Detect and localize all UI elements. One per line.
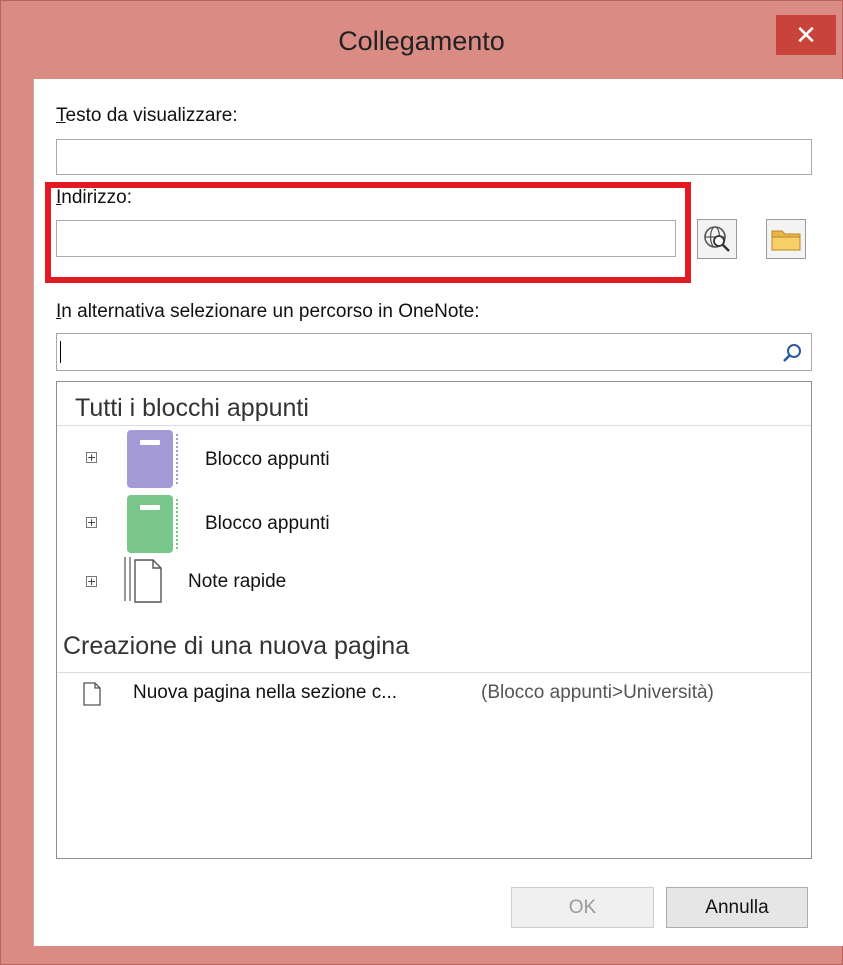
notebook-purple-icon bbox=[127, 430, 173, 488]
display-text-label: Testo da visualizzare: bbox=[56, 105, 238, 126]
search-icon[interactable] bbox=[781, 342, 803, 364]
notebook-item[interactable]: Blocco appunti bbox=[205, 449, 330, 471]
address-highlight-box bbox=[45, 182, 691, 283]
quick-notes-item[interactable]: Note rapide bbox=[188, 571, 286, 593]
new-page-header: Creazione di una nuova pagina bbox=[63, 632, 410, 660]
quick-notes-icon bbox=[124, 557, 162, 603]
notebook-edge bbox=[176, 499, 180, 549]
text-cursor bbox=[60, 341, 61, 363]
notebook-edge bbox=[176, 434, 180, 484]
browse-web-icon bbox=[704, 226, 730, 252]
display-text-input[interactable] bbox=[56, 139, 812, 175]
divider bbox=[57, 425, 811, 426]
close-button[interactable]: ✕ bbox=[776, 15, 836, 55]
expand-icon[interactable]: + bbox=[86, 517, 97, 528]
browse-file-button[interactable] bbox=[766, 219, 806, 259]
dialog-title: Collegamento bbox=[338, 26, 505, 56]
divider bbox=[57, 672, 811, 673]
notebook-tree[interactable]: Tutti i blocchi appunti + Blocco appunti… bbox=[56, 381, 812, 859]
folder-icon bbox=[771, 230, 801, 251]
new-page-path: (Blocco appunti>Università) bbox=[481, 682, 714, 703]
title-bar[interactable]: Collegamento ✕ bbox=[1, 1, 842, 79]
dialog-window: Collegamento ✕ Testo da visualizzare: In… bbox=[0, 0, 843, 965]
new-page-item[interactable]: Nuova pagina nella sezione c... bbox=[133, 682, 397, 704]
notebook-green-icon bbox=[127, 495, 173, 553]
onenote-search-input[interactable] bbox=[56, 333, 812, 371]
onenote-location-label: In alternativa selezionare un percorso i… bbox=[56, 301, 480, 322]
cancel-button[interactable]: Annulla bbox=[666, 887, 808, 928]
notebook-item[interactable]: Blocco appunti bbox=[205, 513, 330, 535]
browse-web-button[interactable] bbox=[697, 219, 737, 259]
all-notebooks-header: Tutti i blocchi appunti bbox=[75, 394, 309, 422]
page-icon bbox=[83, 682, 101, 706]
ok-button[interactable]: OK bbox=[511, 887, 654, 928]
expand-icon[interactable]: + bbox=[86, 452, 97, 463]
close-icon: ✕ bbox=[795, 20, 817, 50]
expand-icon[interactable]: + bbox=[86, 576, 97, 587]
